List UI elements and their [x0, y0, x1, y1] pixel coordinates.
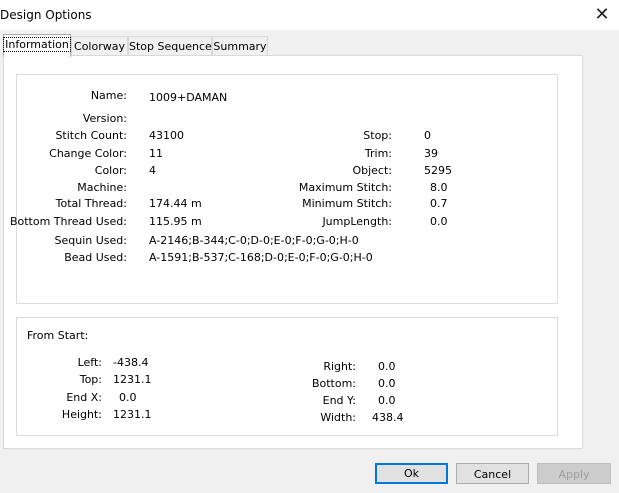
minimum-stitch-value: 0.7 — [430, 197, 448, 210]
tab-summary-label: Summary — [213, 40, 267, 53]
left-value: -438.4 — [113, 356, 149, 369]
top-value: 1231.1 — [113, 373, 152, 386]
tab-colorway-label: Colorway — [74, 40, 125, 53]
version-label: Version: — [82, 112, 127, 125]
maximum-stitch-label: Maximum Stitch: — [298, 181, 392, 194]
bottom-thread-label: Bottom Thread Used: — [9, 215, 127, 228]
bead-used-label: Bead Used: — [64, 251, 127, 264]
stop-label: Stop: — [363, 129, 392, 142]
trim-value: 39 — [424, 147, 438, 160]
color-value: 4 — [149, 164, 156, 177]
stitch-count-label: Stitch Count: — [55, 129, 127, 142]
end-y-value: 0.0 — [378, 394, 396, 407]
end-x-label: End X: — [66, 391, 102, 404]
from-start-heading: From Start: — [27, 329, 89, 342]
name-value: 1009+DAMAN — [149, 91, 228, 104]
change-color-value: 11 — [149, 147, 163, 160]
tab-stop-sequence-label: Stop Sequence — [129, 40, 212, 53]
window-title: Design Options — [0, 8, 92, 22]
object-label: Object: — [352, 164, 392, 177]
stitch-count-value: 43100 — [149, 129, 184, 142]
bottom-label: Bottom: — [311, 377, 356, 390]
bead-used-value: A-1591;B-537;C-168;D-0;E-0;F-0;G-0;H-0 — [149, 251, 373, 264]
ok-button[interactable]: Ok — [375, 463, 448, 484]
maximum-stitch-value: 8.0 — [430, 181, 448, 194]
tab-summary[interactable]: Summary — [212, 36, 268, 56]
width-value: 438.4 — [372, 411, 404, 424]
minimum-stitch-label: Minimum Stitch: — [302, 197, 392, 210]
height-label: Height: — [61, 408, 102, 421]
tab-information[interactable]: Information — [3, 34, 71, 57]
jump-length-value: 0.0 — [430, 215, 448, 228]
title-bar: Design Options ✕ — [0, 0, 619, 30]
total-thread-value: 174.44 m — [149, 197, 202, 210]
tab-stop-sequence[interactable]: Stop Sequence — [128, 36, 212, 56]
stop-value: 0 — [424, 129, 431, 142]
machine-label: Machine: — [77, 181, 127, 194]
total-thread-label: Total Thread: — [55, 197, 127, 210]
top-label: Top: — [79, 373, 102, 386]
trim-label: Trim: — [364, 147, 392, 160]
height-value: 1231.1 — [113, 408, 152, 421]
bottom-thread-value: 115.95 m — [149, 215, 202, 228]
tab-colorway[interactable]: Colorway — [71, 36, 128, 56]
end-x-value: 0.0 — [119, 391, 137, 404]
name-label: Name: — [90, 89, 127, 102]
jump-length-label: JumpLength: — [322, 215, 392, 228]
sequin-used-label: Sequin Used: — [54, 234, 127, 247]
right-label: Right: — [323, 360, 356, 373]
bottom-value: 0.0 — [378, 377, 396, 390]
close-icon[interactable]: ✕ — [590, 3, 614, 27]
sequin-used-value: A-2146;B-344;C-0;D-0;E-0;F-0;G-0;H-0 — [149, 234, 359, 247]
color-label: Color: — [94, 164, 127, 177]
left-label: Left: — [77, 356, 102, 369]
width-label: Width: — [320, 411, 356, 424]
object-value: 5295 — [424, 164, 452, 177]
right-value: 0.0 — [378, 360, 396, 373]
cancel-button[interactable]: Cancel — [456, 463, 529, 484]
apply-button[interactable]: Apply — [537, 463, 611, 484]
tab-information-label: Information — [3, 37, 71, 52]
end-y-label: End Y: — [322, 394, 356, 407]
change-color-label: Change Color: — [49, 147, 127, 160]
